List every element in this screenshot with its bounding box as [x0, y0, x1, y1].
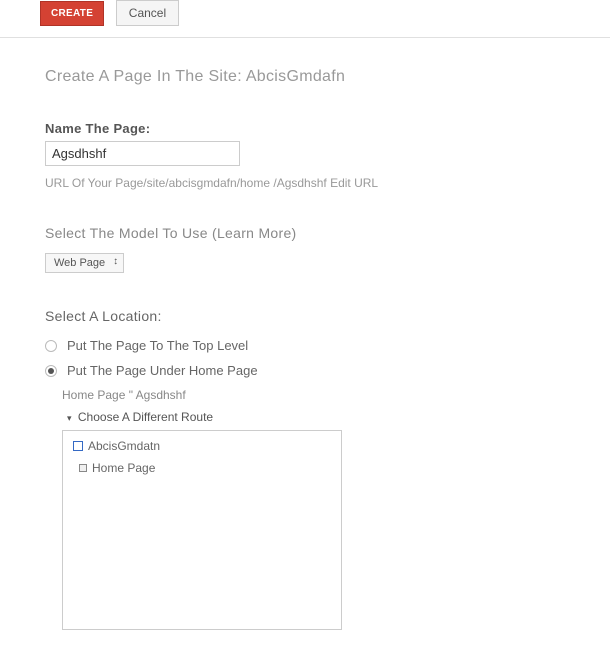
- location-label: Select A Location:: [45, 308, 570, 324]
- model-label: Select The Model To Use (Learn More): [45, 225, 570, 241]
- url-prefix: URL Of Your Page/site/abcisgmdafn/home /: [45, 176, 277, 190]
- tree-page-label: Home Page: [92, 461, 155, 475]
- model-select[interactable]: Web Page: [45, 253, 124, 273]
- page-name-input[interactable]: [45, 141, 240, 166]
- page-title: Create A Page In The Site: AbcisGmdafn: [45, 68, 570, 86]
- tree-site-node[interactable]: AbcisGmdatn: [69, 439, 335, 453]
- model-selected-value: Web Page: [54, 257, 105, 269]
- url-preview: URL Of Your Page/site/abcisgmdafn/home /…: [45, 176, 570, 190]
- name-label: Name The Page:: [45, 121, 570, 136]
- location-tree: AbcisGmdatn Home Page: [62, 430, 342, 630]
- radio-under-home[interactable]: [45, 365, 57, 377]
- breadcrumb: Home Page " Agsdhshf: [62, 388, 570, 402]
- site-icon: [73, 441, 83, 451]
- edit-url-link[interactable]: Edit URL: [330, 176, 378, 190]
- radio-under-home-label: Put The Page Under Home Page: [67, 363, 258, 378]
- url-slug: Agsdhshf: [277, 176, 327, 190]
- create-button[interactable]: CREATE: [40, 1, 104, 26]
- choose-route-toggle[interactable]: Choose A Different Route: [67, 410, 570, 424]
- tree-site-label: AbcisGmdatn: [88, 439, 160, 453]
- cancel-button[interactable]: Cancel: [116, 0, 179, 26]
- page-icon: [79, 464, 87, 472]
- radio-top-level[interactable]: [45, 340, 57, 352]
- choose-route-label: Choose A Different Route: [78, 410, 213, 424]
- radio-top-level-label: Put The Page To The Top Level: [67, 338, 248, 353]
- tree-page-node[interactable]: Home Page: [79, 461, 335, 475]
